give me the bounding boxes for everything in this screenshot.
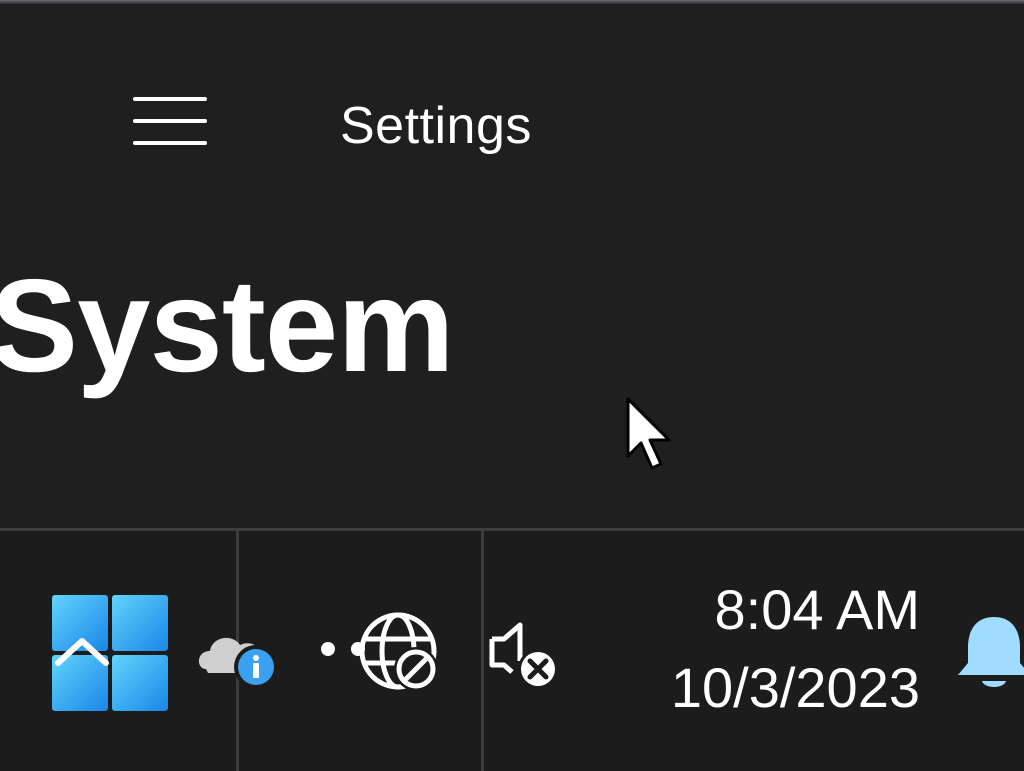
mouse-pointer-icon <box>626 397 671 470</box>
hamburger-line <box>133 119 207 123</box>
globe-no-internet-icon[interactable] <box>318 607 448 697</box>
taskbar-clock[interactable]: 8:04 AM 10/3/2023 <box>600 571 920 741</box>
clock-date: 10/3/2023 <box>670 656 920 719</box>
taskbar-divider <box>481 531 484 771</box>
hamburger-menu-button[interactable] <box>130 94 210 156</box>
settings-window: Settings System <box>0 4 1024 528</box>
speaker-muted-icon[interactable] <box>488 619 568 691</box>
windows-start-icon[interactable] <box>50 593 170 713</box>
hamburger-line <box>133 141 207 145</box>
page-title: System <box>0 252 455 399</box>
notification-bell-icon[interactable] <box>954 613 1024 693</box>
hamburger-menu-icon <box>133 97 207 101</box>
taskbar: 8:04 AM 10/3/2023 <box>0 528 1024 771</box>
app-title: Settings <box>340 97 532 155</box>
clock-time: 8:04 AM <box>714 578 920 641</box>
onedrive-cloud-info-icon[interactable] <box>196 621 286 693</box>
